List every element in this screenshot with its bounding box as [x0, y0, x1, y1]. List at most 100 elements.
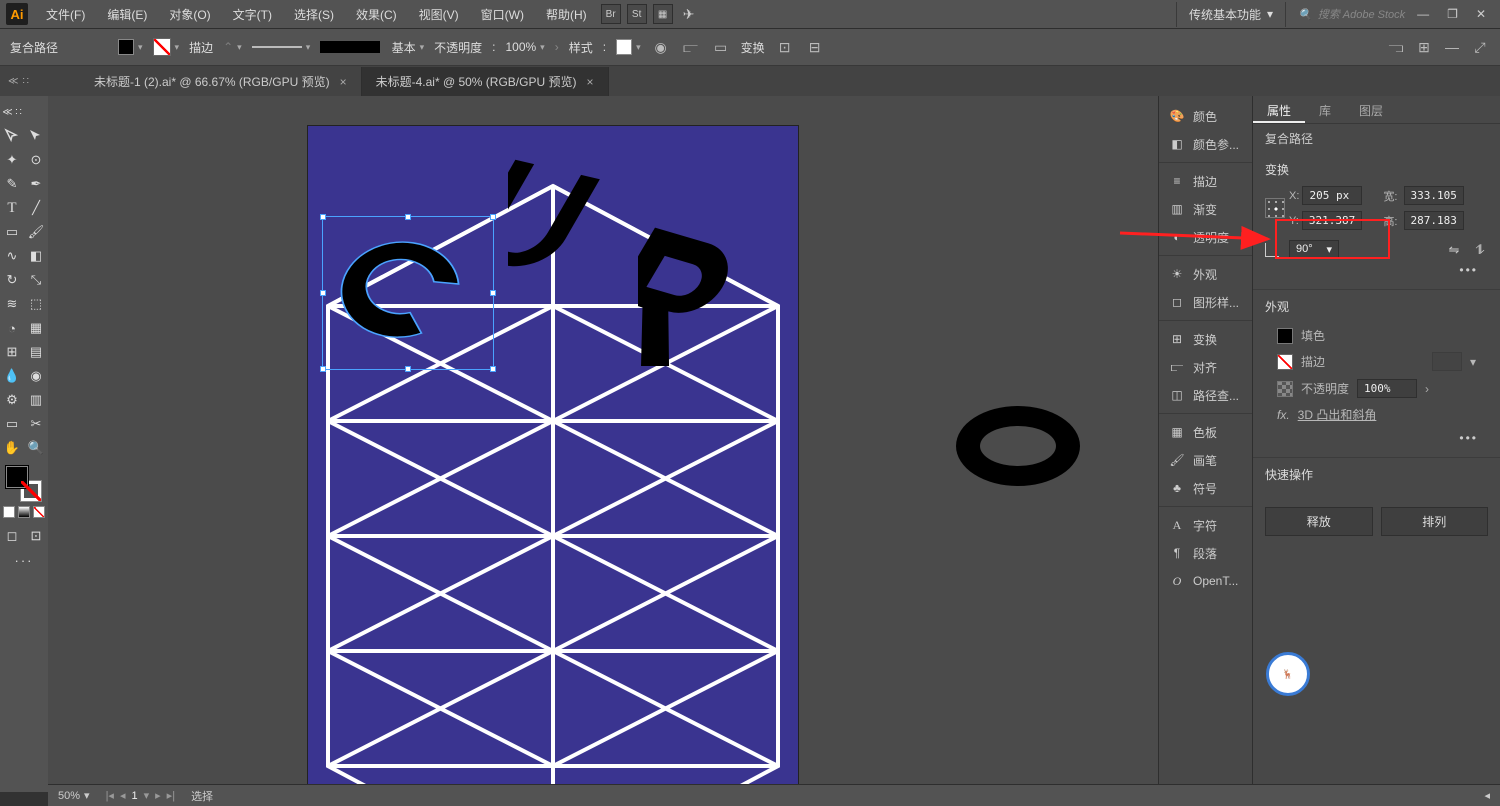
- curvature-tool[interactable]: ✒: [24, 172, 48, 196]
- dash-icon[interactable]: —: [1442, 37, 1462, 57]
- align-icon[interactable]: ⫍: [681, 37, 701, 57]
- fill-swatch-prop[interactable]: [1277, 328, 1293, 344]
- opacity-value-prop[interactable]: 100%: [1357, 379, 1417, 398]
- panel-gradient[interactable]: ▥渐变: [1159, 195, 1252, 223]
- transform-label[interactable]: 变换: [741, 39, 765, 56]
- draw-mode-normal[interactable]: ◻: [0, 524, 24, 548]
- panel-swatches[interactable]: ▦色板: [1159, 418, 1252, 446]
- pen-tool[interactable]: ✎: [0, 172, 24, 196]
- window-restore[interactable]: ❐: [1447, 7, 1458, 21]
- gradient-tool[interactable]: ▤: [24, 340, 48, 364]
- panel-transform[interactable]: ⊞变换: [1159, 325, 1252, 353]
- color-mode-solid[interactable]: [3, 506, 15, 518]
- close-icon[interactable]: ×: [586, 75, 593, 89]
- panel-brushes[interactable]: 🖌画笔: [1159, 446, 1252, 474]
- var-width[interactable]: ▾: [252, 42, 311, 53]
- zoom-tool[interactable]: 🔍: [24, 436, 48, 460]
- panel-appearance[interactable]: ☀外观: [1159, 260, 1252, 288]
- doc-tab-2[interactable]: 未标题-4.ai* @ 50% (RGB/GPU 预览)×: [362, 67, 609, 96]
- zoom-control[interactable]: 50%▾: [58, 789, 90, 802]
- prefs-icon[interactable]: ⊞: [1414, 37, 1434, 57]
- blend-tool[interactable]: ◉: [24, 364, 48, 388]
- artboard-tool[interactable]: ▭: [0, 412, 24, 436]
- flip-horizontal[interactable]: ⇋: [1446, 242, 1462, 258]
- type-tool[interactable]: T: [0, 196, 24, 220]
- canvas[interactable]: [48, 96, 1158, 792]
- bridge-button[interactable]: Br: [601, 4, 621, 24]
- doc-tab-1[interactable]: 未标题-1 (2).ai* @ 66.67% (RGB/GPU 预览)×: [80, 67, 362, 96]
- eyedropper-tool[interactable]: 💧: [0, 364, 24, 388]
- tabbar-handle[interactable]: ≪∷: [0, 66, 80, 96]
- toolbox-collapse[interactable]: ≪ ∷: [0, 100, 24, 124]
- rectangle-tool[interactable]: ▭: [0, 220, 24, 244]
- fill-stroke-control[interactable]: [6, 466, 42, 502]
- stroke-swatch-tool[interactable]: [20, 480, 42, 502]
- selection-bounding-box[interactable]: [322, 216, 494, 370]
- shape-builder-tool[interactable]: ◔: [0, 316, 24, 340]
- stock-button[interactable]: St: [627, 4, 647, 24]
- shaper-tool[interactable]: ∿: [0, 244, 24, 268]
- panel-graphic-styles[interactable]: ◻图形样...: [1159, 288, 1252, 316]
- stroke-swatch[interactable]: ▾: [153, 38, 180, 56]
- close-icon[interactable]: ×: [340, 75, 347, 89]
- gpu-icon[interactable]: ✈: [679, 4, 699, 24]
- arrange-button[interactable]: 排列: [1381, 507, 1489, 536]
- isolate-icon[interactable]: ⊡: [775, 37, 795, 57]
- doc-setup-icon[interactable]: ⫎: [1386, 37, 1406, 57]
- brush-def[interactable]: 基本▾: [320, 39, 424, 56]
- arrange-docs-button[interactable]: ▦: [653, 4, 673, 24]
- tab-layers[interactable]: 图层: [1345, 96, 1397, 123]
- panel-opentype[interactable]: OOpenT...: [1159, 567, 1252, 595]
- stroke-swatch-prop[interactable]: [1277, 354, 1293, 370]
- panel-stroke[interactable]: ≡描边: [1159, 167, 1252, 195]
- paintbrush-tool[interactable]: 🖌: [24, 220, 48, 244]
- scale-tool[interactable]: ⤡: [24, 268, 48, 292]
- menu-file[interactable]: 文件(F): [36, 2, 95, 27]
- reference-point[interactable]: [1265, 198, 1285, 218]
- recolor-icon[interactable]: ◉: [651, 37, 671, 57]
- menu-window[interactable]: 窗口(W): [471, 2, 534, 27]
- w-value[interactable]: 333.105: [1404, 186, 1464, 205]
- workspace-dropdown[interactable]: 传统基本功能▾: [1176, 2, 1286, 27]
- panel-character[interactable]: A字符: [1159, 511, 1252, 539]
- color-mode-none[interactable]: [33, 506, 45, 518]
- search-adobe-stock[interactable]: 🔍 搜索 Adobe Stock: [1288, 2, 1415, 26]
- x-value[interactable]: 205 px: [1302, 186, 1362, 205]
- rotate-tool[interactable]: ↻: [0, 268, 24, 292]
- scroll-left[interactable]: ◂: [1484, 789, 1490, 802]
- magic-wand-tool[interactable]: ✦: [0, 148, 24, 172]
- fx-3d-link[interactable]: 3D 凸出和斜角: [1298, 406, 1377, 423]
- artboard-nav[interactable]: |◂◂1▾▸▸|: [106, 789, 176, 802]
- color-mode-gradient[interactable]: [18, 506, 30, 518]
- graphic-style[interactable]: ▾: [616, 39, 641, 55]
- width-tool[interactable]: ≋: [0, 292, 24, 316]
- screen-mode[interactable]: ⊡: [24, 524, 48, 548]
- panel-color[interactable]: 🎨颜色: [1159, 102, 1252, 130]
- more-options-appearance[interactable]: •••: [1265, 427, 1488, 449]
- selection-tool[interactable]: [0, 124, 24, 148]
- shape-icon[interactable]: ▭: [711, 37, 731, 57]
- eraser-tool[interactable]: ◧: [24, 244, 48, 268]
- more-icon[interactable]: ⤢: [1470, 37, 1490, 57]
- menu-select[interactable]: 选择(S): [284, 2, 344, 27]
- menu-effect[interactable]: 效果(C): [346, 2, 407, 27]
- more-options[interactable]: •••: [1265, 259, 1488, 281]
- tab-properties[interactable]: 属性: [1253, 96, 1305, 123]
- free-transform-tool[interactable]: ⬚: [24, 292, 48, 316]
- panel-align[interactable]: ⫍对齐: [1159, 353, 1252, 381]
- tab-library[interactable]: 库: [1305, 96, 1345, 123]
- menu-help[interactable]: 帮助(H): [536, 2, 597, 27]
- lasso-tool[interactable]: ⊙: [24, 148, 48, 172]
- slice-tool[interactable]: ✂: [24, 412, 48, 436]
- graph-tool[interactable]: ▥: [24, 388, 48, 412]
- menu-type[interactable]: 文字(T): [223, 2, 282, 27]
- opacity-swatch[interactable]: [1277, 381, 1293, 397]
- window-minimize[interactable]: —: [1417, 7, 1429, 21]
- mesh-tool[interactable]: ⊞: [0, 340, 24, 364]
- menu-view[interactable]: 视图(V): [409, 2, 469, 27]
- panel-paragraph[interactable]: ¶段落: [1159, 539, 1252, 567]
- edit-toolbar[interactable]: ···: [12, 548, 36, 572]
- fill-swatch[interactable]: ▾: [118, 39, 143, 55]
- menu-edit[interactable]: 编辑(E): [97, 2, 157, 27]
- hand-tool[interactable]: ✋: [0, 436, 24, 460]
